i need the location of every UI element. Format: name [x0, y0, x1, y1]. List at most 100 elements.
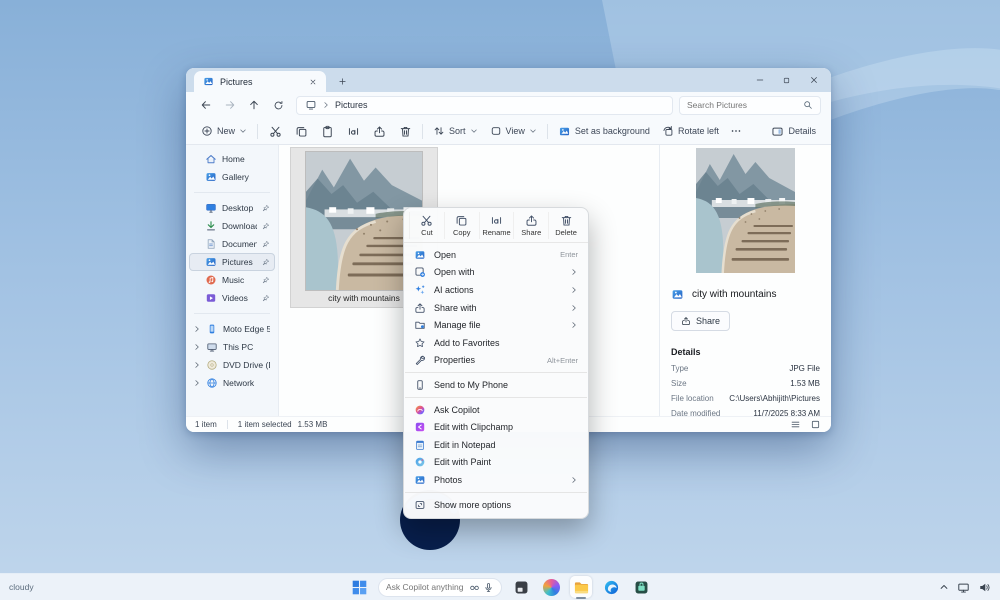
quick-action-button[interactable]: Rename [479, 212, 514, 239]
forward-button[interactable] [218, 95, 242, 115]
share-button[interactable] [366, 120, 392, 142]
copy-button[interactable] [288, 120, 314, 142]
trash-icon [560, 214, 573, 227]
menu-item[interactable]: Photos [404, 471, 588, 489]
chevron-right-icon[interactable] [193, 361, 201, 369]
sidebar-item[interactable]: Downloads [189, 217, 275, 235]
microphone-icon[interactable] [483, 582, 494, 593]
maximize-button[interactable] [773, 68, 800, 92]
menu-item[interactable]: Edit with Clipchamp [404, 418, 588, 436]
set-as-background-button[interactable]: Set as background [552, 120, 656, 142]
menu-item[interactable]: Send to My Phone [404, 376, 588, 394]
phone-icon [414, 379, 426, 391]
paint-icon [414, 456, 426, 468]
home-icon [205, 153, 217, 165]
quick-action-button[interactable]: Cut [409, 212, 444, 239]
sidebar-item[interactable]: Pictures [189, 253, 275, 271]
explorer-search[interactable] [679, 96, 821, 115]
start-button[interactable] [348, 576, 370, 598]
openimg-icon [414, 249, 426, 261]
notepad-icon [414, 439, 426, 451]
status-divider [227, 420, 228, 429]
sidebar-top-section: Home Gallery [186, 150, 278, 186]
sidebar-item[interactable]: Home [189, 150, 275, 168]
quick-action-button[interactable]: Copy [444, 212, 479, 239]
new-button[interactable]: New [195, 120, 253, 142]
refresh-button[interactable] [266, 95, 290, 115]
sidebar-item[interactable]: Desktop [189, 199, 275, 217]
submenu-chevron-icon [570, 476, 578, 484]
volume-icon[interactable] [978, 581, 991, 594]
chevron-right-icon[interactable] [193, 379, 201, 387]
thumbnail-view-toggle-icon[interactable] [808, 419, 822, 431]
menu-item[interactable]: Ask Copilot [404, 401, 588, 419]
view-button[interactable]: View [484, 120, 543, 142]
weather-widget[interactable]: cloudy [9, 582, 34, 592]
quick-action-button[interactable]: Share [513, 212, 548, 239]
openwith-icon [414, 266, 426, 278]
sidebar-item[interactable]: Gallery [189, 168, 275, 186]
quick-actions-row: Cut Copy Rename Share Delete [404, 208, 588, 243]
taskbar-edge[interactable] [600, 576, 622, 598]
tab-close-icon[interactable] [306, 75, 320, 89]
documents-icon [205, 238, 217, 250]
details-toggle-button[interactable]: Details [765, 120, 822, 142]
sidebar-item[interactable]: Moto Edge 50 N [189, 320, 275, 338]
breadcrumb-location[interactable]: Pictures [335, 100, 368, 110]
sidebar-item[interactable]: Documents [189, 235, 275, 253]
delete-button[interactable] [392, 120, 418, 142]
menu-item[interactable]: Manage file [404, 316, 588, 334]
menu-item[interactable]: Edit with Paint [404, 454, 588, 472]
details-view-toggle-icon[interactable] [788, 419, 802, 431]
sort-button[interactable]: Sort [427, 120, 484, 142]
rotate-left-button[interactable]: Rotate left [656, 120, 725, 142]
sidebar-item[interactable]: Music [189, 271, 275, 289]
menu-item[interactable]: Share with [404, 299, 588, 317]
taskbar-file-explorer[interactable] [570, 576, 592, 598]
menu-item[interactable]: Properties Alt+Enter [404, 352, 588, 370]
toolbar-divider [257, 124, 258, 139]
share-button-pane[interactable]: Share [671, 311, 730, 331]
taskbar-search[interactable] [378, 578, 502, 597]
paste-button[interactable] [314, 120, 340, 142]
tab-pictures[interactable]: Pictures [194, 71, 326, 92]
wallpaper-icon [558, 125, 571, 138]
menu-item[interactable]: Show more options [404, 496, 588, 514]
pc-icon [206, 341, 218, 353]
search-input[interactable] [687, 100, 799, 110]
menu-item[interactable]: Open with [404, 264, 588, 282]
taskbar-app-dark[interactable] [510, 576, 532, 598]
taskbar-store[interactable] [630, 576, 652, 598]
rename-button[interactable] [340, 120, 366, 142]
copilot-vision-icon[interactable] [469, 582, 480, 593]
more-options-icon[interactable] [725, 120, 747, 142]
quick-action-button[interactable]: Delete [548, 212, 583, 239]
sidebar-pinned-section: Desktop Downloads Documents [186, 199, 278, 307]
phone-blue-icon [206, 323, 218, 335]
chevron-right-icon[interactable] [193, 343, 201, 351]
tray-chevron-up-icon[interactable] [939, 582, 949, 592]
sidebar-item[interactable]: Videos [189, 289, 275, 307]
new-tab-button[interactable] [334, 73, 350, 89]
copilot-search-input[interactable] [386, 582, 466, 592]
menu-item[interactable]: Add to Favorites [404, 334, 588, 352]
close-button[interactable] [800, 68, 827, 92]
chevron-right-icon[interactable] [193, 325, 201, 333]
clipchamp-icon [414, 421, 426, 433]
cut-button[interactable] [262, 120, 288, 142]
minimize-button[interactable] [746, 68, 773, 92]
sidebar-item[interactable]: Network [189, 374, 275, 392]
dvd-icon [206, 359, 218, 371]
network-display-icon[interactable] [957, 581, 970, 594]
location-icon [305, 99, 317, 111]
menu-item[interactable]: Open Enter [404, 246, 588, 264]
menu-item[interactable]: AI actions [404, 281, 588, 299]
up-button[interactable] [242, 95, 266, 115]
sidebar-item[interactable]: This PC [189, 338, 275, 356]
back-button[interactable] [194, 95, 218, 115]
menu-item[interactable]: Edit in Notepad [404, 436, 588, 454]
taskbar-copilot[interactable] [540, 576, 562, 598]
submenu-chevron-icon [570, 268, 578, 276]
sidebar-item[interactable]: DVD Drive (D:) C [189, 356, 275, 374]
address-bar[interactable]: Pictures [296, 96, 673, 115]
